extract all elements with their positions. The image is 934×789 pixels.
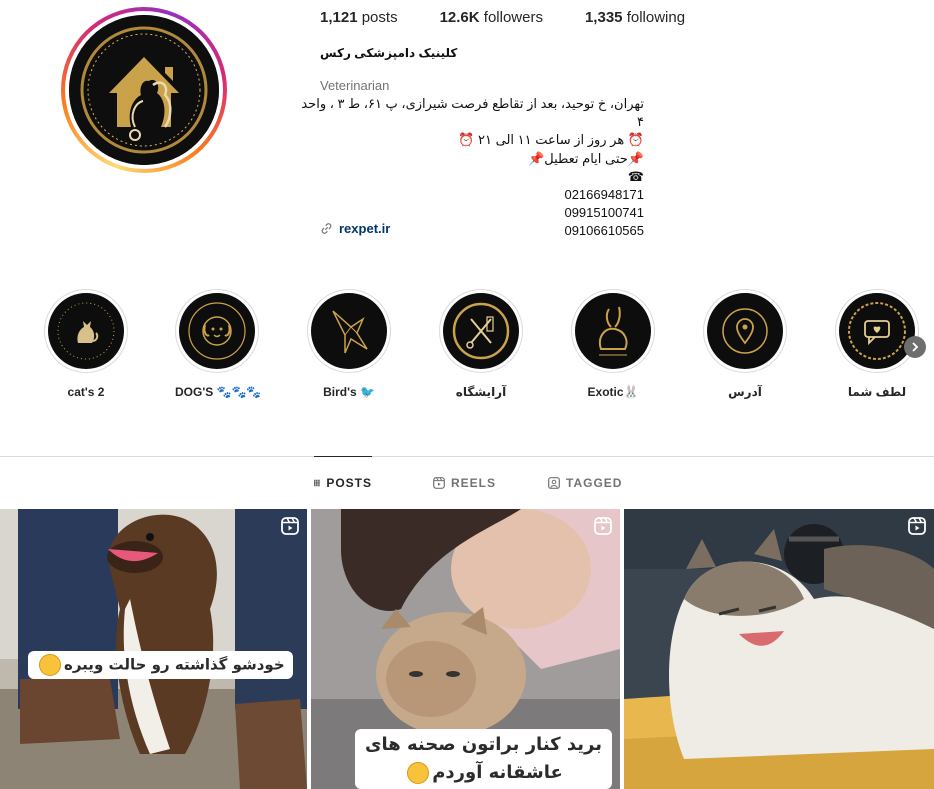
tab-tagged-label[interactable]: TAGGED: [566, 476, 622, 490]
post-caption-line-1: برید کنار براتون صحنه های: [365, 734, 603, 755]
reel-indicator-icon: [281, 517, 299, 535]
highlight-ring: [571, 289, 655, 373]
post-caption: خودشو گذاشته رو حالت ویبره: [28, 651, 293, 679]
highlight-ring: [835, 289, 919, 373]
post-tile-dog[interactable]: خودشو گذاشته رو حالت ویبره: [0, 509, 307, 789]
bio-line-phone-icon: ☎: [627, 168, 644, 184]
pleading-emoji-icon: [407, 762, 430, 784]
post-image-dog: [0, 509, 307, 789]
highlight-ring: [439, 289, 523, 373]
rex-clinic-logo: [69, 15, 219, 165]
chat-heart-icon: [839, 293, 915, 369]
highlight-label: آدرس: [728, 385, 762, 399]
following-label[interactable]: following: [627, 9, 685, 26]
reels-icon: [433, 477, 445, 489]
dog-icon: [179, 293, 255, 369]
website-link-text[interactable]: rexpet.ir: [339, 221, 390, 236]
highlight-label: لطف شما: [847, 385, 907, 399]
tab-tagged[interactable]: TAGGED: [548, 457, 622, 509]
highlight-ring: [44, 289, 128, 373]
followers-stat[interactable]: 12.6K followers: [440, 9, 543, 26]
highlights-next-button[interactable]: [904, 336, 926, 358]
post-caption: برید کنار براتون صحنه های عاشقانه آوردم: [355, 729, 613, 789]
following-stat[interactable]: 1,335 following: [585, 9, 685, 26]
highlight-label: Bird's 🐦: [323, 385, 375, 399]
highlight-label: DOG'S 🐾🐾🐾: [175, 385, 262, 399]
link-icon: [321, 223, 332, 234]
post-tile-cat[interactable]: [624, 509, 934, 789]
following-count[interactable]: 1,335: [585, 9, 623, 26]
cat-icon: [48, 293, 124, 369]
profile-avatar[interactable]: [61, 7, 227, 173]
highlight-ring: [703, 289, 787, 373]
reel-indicator-icon: [594, 517, 612, 535]
laughing-emoji-icon: [39, 654, 61, 676]
post-caption-line-2: عاشقانه آوردم: [432, 762, 563, 783]
tagged-icon: [548, 477, 560, 489]
tab-posts[interactable]: POSTS: [314, 456, 372, 508]
profile-full-name: کلینیک دامپزشکی رکس: [320, 46, 458, 60]
bio-line-phone-1: 02166948171: [564, 187, 644, 203]
reel-indicator-icon: [908, 517, 926, 535]
bio-line-phone-2: 09915100741: [564, 205, 644, 221]
followers-count[interactable]: 12.6K: [440, 9, 480, 26]
highlight-ring: [175, 289, 259, 373]
grid-icon: [314, 479, 321, 486]
posts-count: 1,121: [320, 9, 358, 26]
highlight-grooming[interactable]: آرایشگاه: [439, 289, 523, 399]
avatar-logo: [69, 15, 219, 165]
highlight-exotic[interactable]: Exotic🐰: [571, 289, 655, 399]
tab-posts-label[interactable]: POSTS: [326, 476, 372, 490]
post-caption-text: خودشو گذاشته رو حالت ویبره: [64, 655, 285, 674]
post-image-cat: [624, 509, 934, 789]
profile-stats: 1,121 posts 12.6K followers 1,335 follow…: [320, 9, 727, 26]
bio-line-hours: ⏰ هر روز از ساعت ۱۱ الی ۲۱ ⏰: [458, 132, 644, 148]
highlight-address[interactable]: آدرس: [703, 289, 787, 399]
post-tile-girl-cat[interactable]: برید کنار براتون صحنه های عاشقانه آوردم: [311, 509, 620, 789]
highlight-birds[interactable]: Bird's 🐦: [307, 289, 391, 399]
location-pin-icon: [707, 293, 783, 369]
highlight-cats[interactable]: cat's 2: [44, 289, 128, 399]
profile-website-link[interactable]: rexpet.ir: [320, 221, 390, 236]
tab-reels[interactable]: REELS: [433, 457, 496, 509]
highlight-ring: [307, 289, 391, 373]
bio-line-holidays: 📌حتی ایام تعطیل📌: [528, 150, 644, 166]
profile-bio: تهران، خ توحید، بعد از تقاطع فرصت شیرازی…: [300, 95, 644, 241]
bird-icon: [311, 293, 387, 369]
highlight-label: Exotic🐰: [587, 385, 639, 399]
highlight-label: آرایشگاه: [455, 385, 507, 399]
posts-label: posts: [361, 9, 398, 26]
bio-line-address: تهران، خ توحید، بعد از تقاطع فرصت شیرازی…: [301, 96, 644, 130]
tab-reels-label[interactable]: REELS: [451, 476, 496, 490]
chevron-right-icon: [912, 342, 919, 352]
highlight-label: cat's 2: [67, 385, 105, 399]
rabbit-icon: [575, 293, 651, 369]
posts-stat: 1,121 posts: [320, 9, 398, 26]
followers-label[interactable]: followers: [484, 9, 543, 26]
profile-category: Veterinarian: [320, 78, 390, 93]
scissors-comb-icon: [443, 293, 519, 369]
highlight-dogs[interactable]: DOG'S 🐾🐾🐾: [175, 289, 262, 399]
